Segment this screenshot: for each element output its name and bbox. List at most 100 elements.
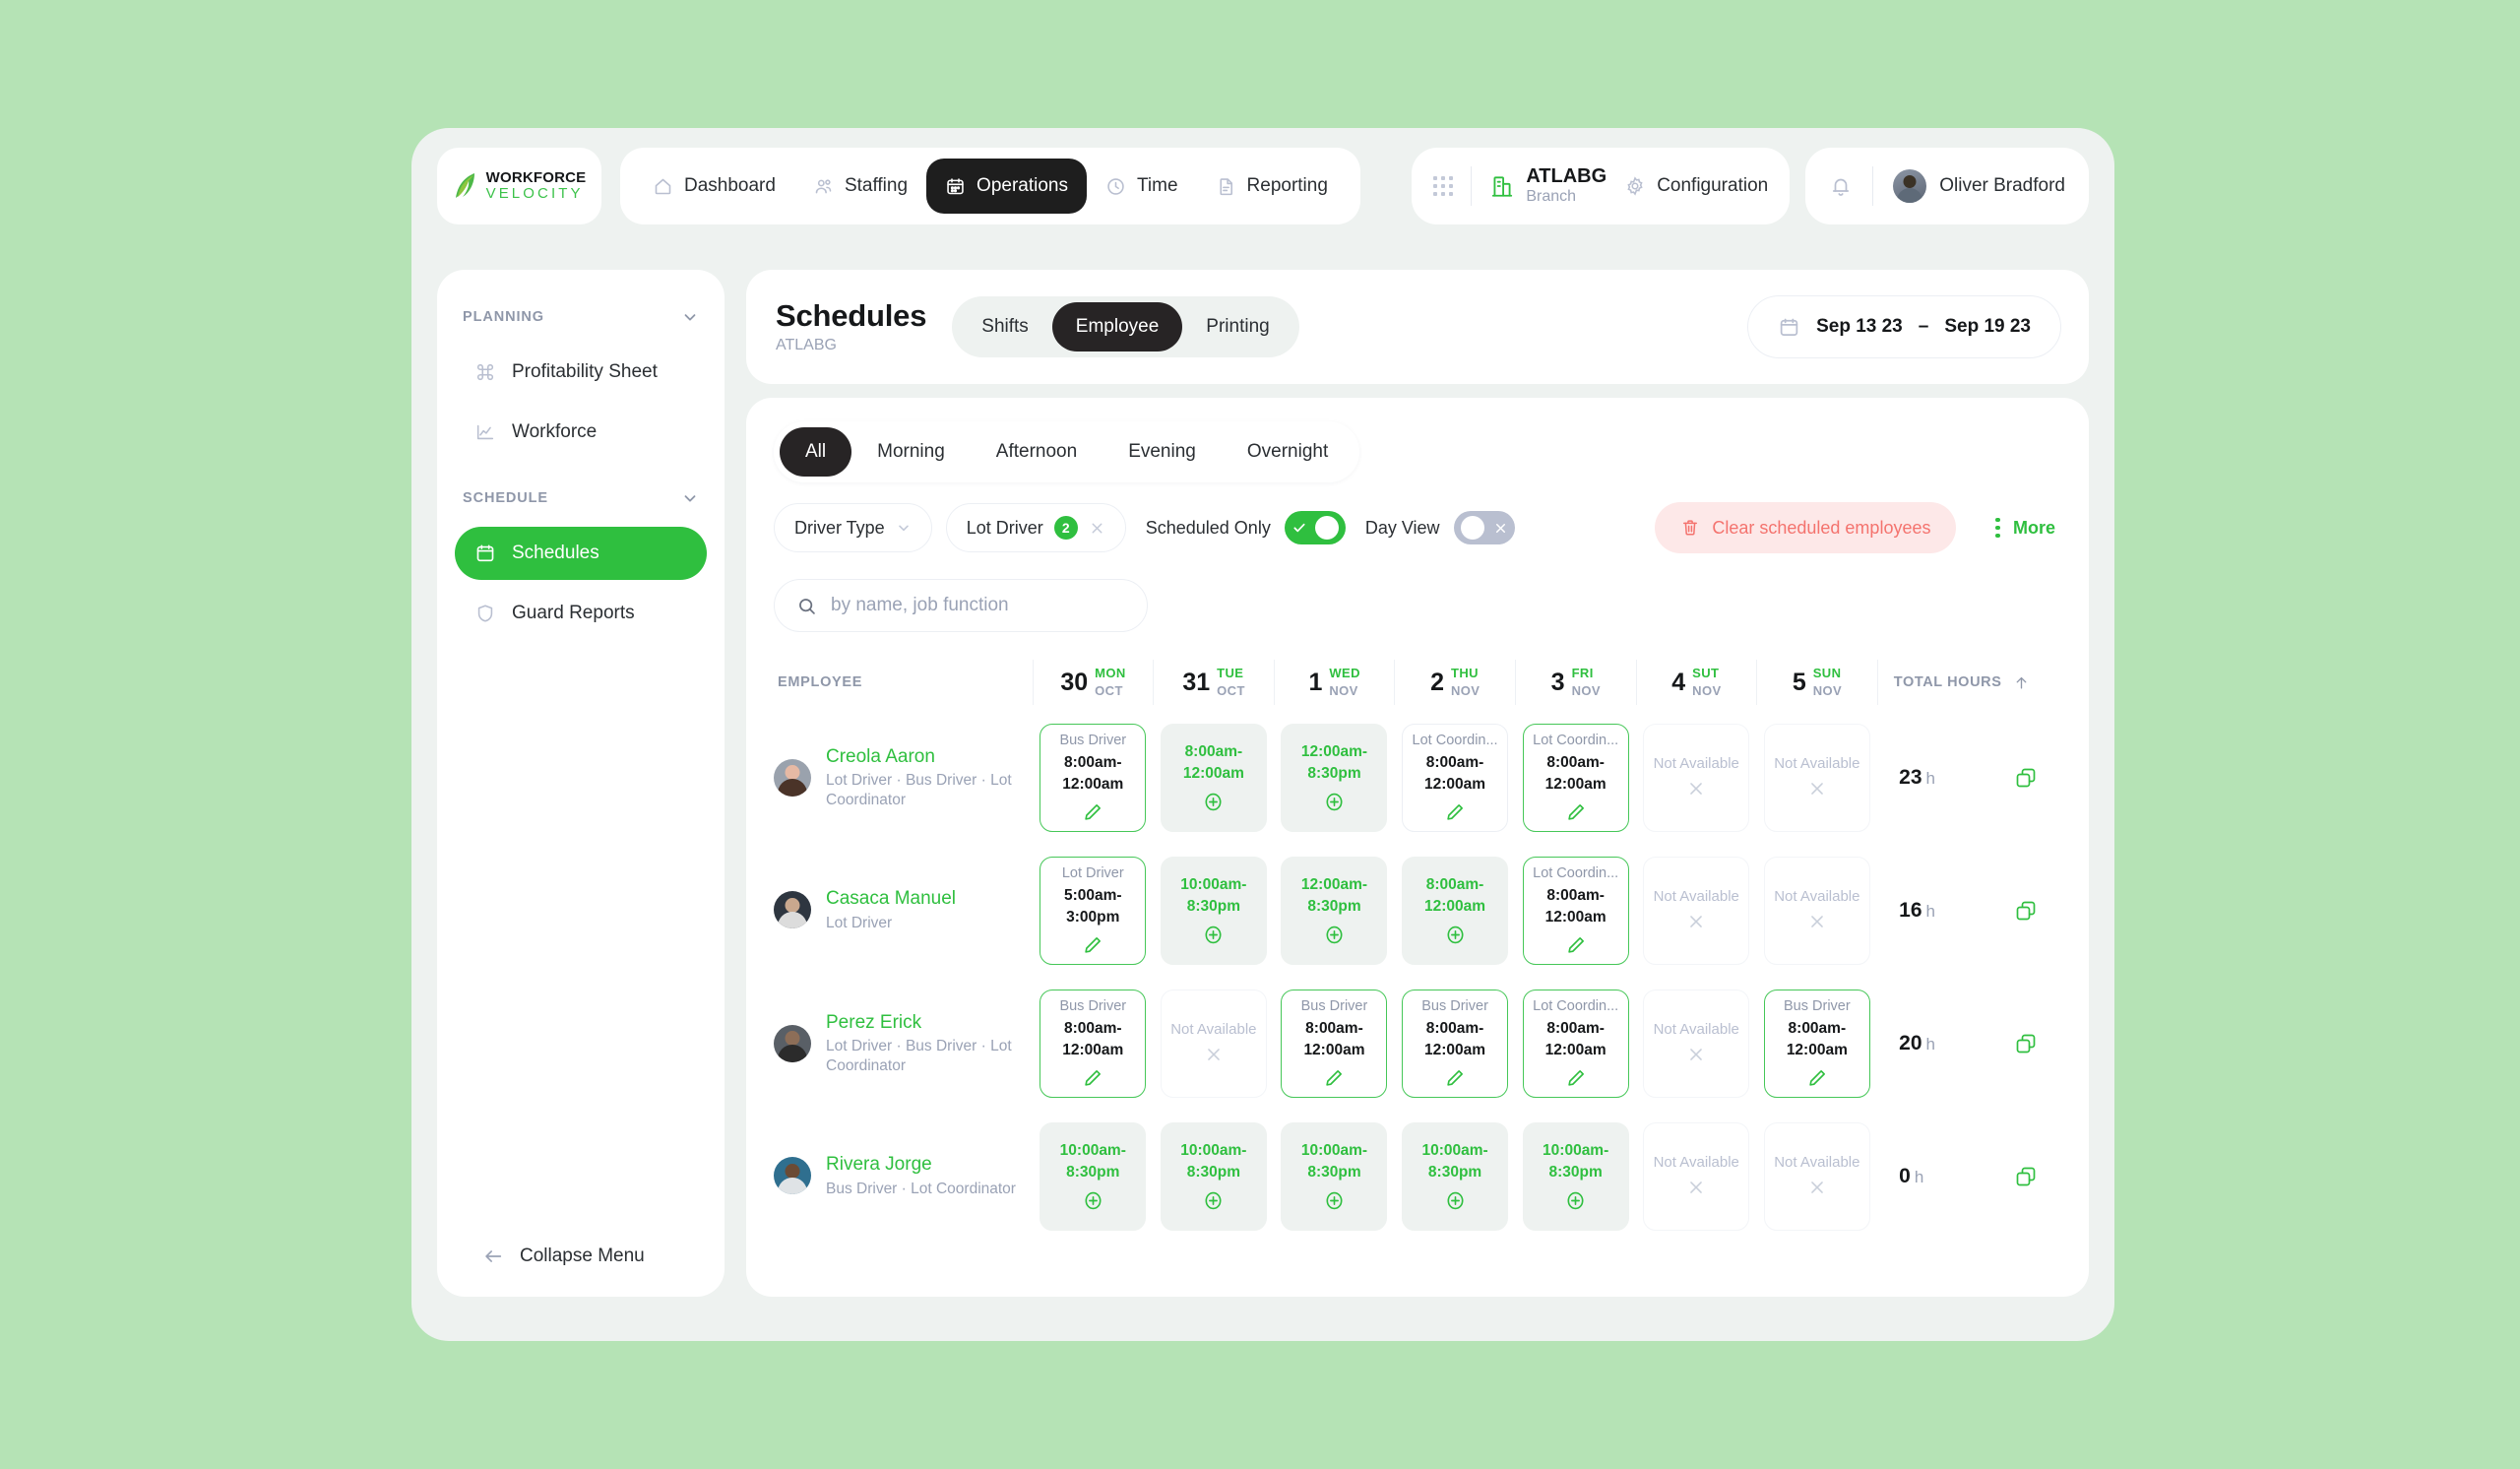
shift-card[interactable]: Bus Driver 8:00am- 12:00am [1763,989,1870,1098]
sidebar-item-workforce[interactable]: Workforce [455,406,707,459]
not-available-card[interactable]: Not Available [1643,989,1750,1098]
availability-card[interactable]: 10:00am- 8:30pm [1160,1121,1267,1231]
plus-circle-icon[interactable] [1202,1189,1225,1212]
close-icon[interactable] [1089,520,1105,537]
pencil-icon[interactable] [1806,1067,1828,1089]
pencil-icon[interactable] [1323,1067,1345,1089]
pencil-icon[interactable] [1082,1067,1103,1089]
column-header-total-hours[interactable]: TOTAL HOURS [1876,660,2061,705]
sidebar-item-profitability-sheet[interactable]: Profitability Sheet [455,346,707,399]
availability-card[interactable]: 10:00am- 8:30pm [1040,1121,1147,1231]
nav-item-operations[interactable]: Operations [926,159,1087,214]
availability-card[interactable]: 10:00am- 8:30pm [1402,1121,1509,1231]
day-view-toggle[interactable] [1453,511,1515,544]
not-available-card[interactable]: Not Available [1160,989,1267,1098]
shift-time: 8:00am- 12:00am [1062,753,1124,793]
shift-card[interactable]: Lot Driver 5:00am- 3:00pm [1040,856,1147,965]
shift-card[interactable]: Lot Coordin... 8:00am- 12:00am [1402,723,1509,832]
shift-role: Bus Driver [1300,997,1368,1014]
copy-icon[interactable] [2014,899,2061,923]
sidebar-item-guard-reports[interactable]: Guard Reports [455,587,707,640]
grid-apps-icon[interactable] [1433,176,1454,196]
user-menu[interactable]: Oliver Bradford [1893,169,2065,203]
clear-scheduled-employees-button[interactable]: Clear scheduled employees [1655,502,1957,553]
plus-circle-icon[interactable] [1202,791,1225,813]
nav-item-reporting[interactable]: Reporting [1197,159,1347,214]
availability-card[interactable]: 8:00am- 12:00am [1160,723,1267,832]
availability-card[interactable]: 8:00am- 12:00am [1402,856,1509,965]
not-available-card[interactable]: Not Available [1643,856,1750,965]
pencil-icon[interactable] [1565,934,1587,956]
pencil-icon[interactable] [1444,1067,1466,1089]
plus-circle-icon[interactable] [1564,1189,1587,1212]
plus-circle-icon[interactable] [1444,1189,1467,1212]
shift-tab-evening[interactable]: Evening [1102,427,1222,477]
shift-card[interactable]: Bus Driver 8:00am- 12:00am [1040,723,1147,832]
pencil-icon[interactable] [1082,801,1103,823]
app-logo[interactable]: WORKFORCE VELOCITY [437,148,601,224]
shift-tab-afternoon[interactable]: Afternoon [971,427,1102,477]
copy-icon[interactable] [2014,1032,2061,1055]
branch-selector[interactable]: ATLABG Branch [1489,165,1606,207]
date-range-picker[interactable]: Sep 13 23 – Sep 19 23 [1747,295,2061,358]
plus-circle-icon[interactable] [1323,924,1346,946]
availability-card[interactable]: 12:00am- 8:30pm [1281,723,1388,832]
table-row: Perez Erick Lot Driver · Bus Driver · Lot… [774,977,2061,1110]
shift-card[interactable]: Lot Coordin... 8:00am- 12:00am [1522,989,1629,1098]
availability-card[interactable]: 10:00am- 8:30pm [1281,1121,1388,1231]
collapse-menu-button[interactable]: Collapse Menu [437,1245,724,1267]
plus-circle-icon[interactable] [1082,1189,1104,1212]
plus-circle-icon[interactable] [1323,1189,1346,1212]
not-available-card[interactable]: Not Available [1763,1121,1870,1231]
shift-card[interactable]: Bus Driver 8:00am- 12:00am [1281,989,1388,1098]
shift-tab-all[interactable]: All [780,427,852,477]
filter-chip-lot-driver[interactable]: Lot Driver 2 [945,503,1126,552]
shift-card[interactable]: Lot Coordin... 8:00am- 12:00am [1522,856,1629,965]
not-available-card[interactable]: Not Available [1763,856,1870,965]
shift-card[interactable]: Bus Driver 8:00am- 12:00am [1402,989,1509,1098]
availability-card[interactable]: 10:00am- 8:30pm [1160,856,1267,965]
not-available-card[interactable]: Not Available [1643,1121,1750,1231]
pencil-icon[interactable] [1082,934,1103,956]
tab-shifts[interactable]: Shifts [958,302,1052,351]
search-input[interactable] [831,595,1125,616]
nav-item-dashboard[interactable]: Dashboard [634,159,794,214]
more-button[interactable]: More [1995,518,2061,539]
shift-card[interactable]: Lot Coordin... 8:00am- 12:00am [1522,723,1629,832]
pencil-icon[interactable] [1565,801,1587,823]
nav-item-time[interactable]: Time [1087,159,1197,214]
bell-icon[interactable] [1829,174,1853,198]
copy-icon[interactable] [2014,1165,2061,1188]
scheduled-only-toggle[interactable] [1284,511,1346,544]
date-range-start: Sep 13 23 [1816,316,1903,337]
employee-name[interactable]: Creola Aaron [826,745,1023,769]
sidebar-group-planning[interactable]: PLANNING [437,295,724,339]
employee-name[interactable]: Rivera Jorge [826,1153,1016,1177]
close-icon [1685,1044,1707,1065]
shift-card[interactable]: Bus Driver 8:00am- 12:00am [1040,989,1147,1098]
copy-icon[interactable] [2014,766,2061,790]
day-of-week: FRI [1571,666,1594,681]
search-box[interactable] [774,579,1148,632]
availability-card[interactable]: 12:00am- 8:30pm [1281,856,1388,965]
tab-printing[interactable]: Printing [1182,302,1292,351]
configuration-button[interactable]: Configuration [1624,175,1768,197]
sidebar-item-schedules[interactable]: Schedules [455,527,707,580]
employee-name[interactable]: Perez Erick [826,1011,1023,1035]
plus-circle-icon[interactable] [1323,791,1346,813]
plus-circle-icon[interactable] [1444,924,1467,946]
schedule-cell: Bus Driver 8:00am- 12:00am [1033,723,1154,832]
nav-item-staffing[interactable]: Staffing [794,159,926,214]
tab-employee[interactable]: Employee [1051,302,1183,351]
shift-tab-overnight[interactable]: Overnight [1222,427,1354,477]
employee-name[interactable]: Casaca Manuel [826,887,956,911]
not-available-card[interactable]: Not Available [1763,723,1870,832]
driver-type-dropdown[interactable]: Driver Type [774,503,932,552]
pencil-icon[interactable] [1565,1067,1587,1089]
shift-tab-morning[interactable]: Morning [851,427,971,477]
sidebar-group-schedule[interactable]: SCHEDULE [437,477,724,520]
pencil-icon[interactable] [1444,801,1466,823]
not-available-card[interactable]: Not Available [1643,723,1750,832]
availability-card[interactable]: 10:00am- 8:30pm [1522,1121,1629,1231]
plus-circle-icon[interactable] [1202,924,1225,946]
